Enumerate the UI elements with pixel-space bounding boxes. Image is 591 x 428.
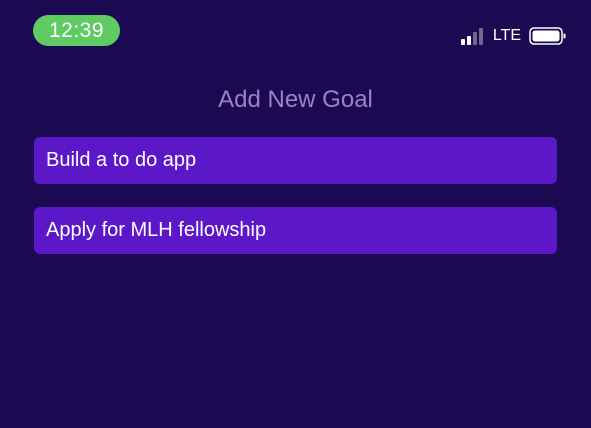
goal-item[interactable]: Build a to do app	[34, 137, 557, 184]
status-indicators: LTE	[460, 24, 567, 48]
cellular-signal-icon	[460, 26, 487, 46]
status-time: 12:39	[33, 15, 120, 46]
page-title: Add New Goal	[218, 86, 373, 113]
battery-icon	[529, 26, 567, 46]
goal-list: Build a to do app Apply for MLH fellowsh…	[34, 137, 557, 277]
network-type-label: LTE	[492, 27, 521, 44]
goal-item[interactable]: Apply for MLH fellowship	[34, 207, 557, 254]
status-bar: 12:39 LTE	[0, 0, 591, 60]
